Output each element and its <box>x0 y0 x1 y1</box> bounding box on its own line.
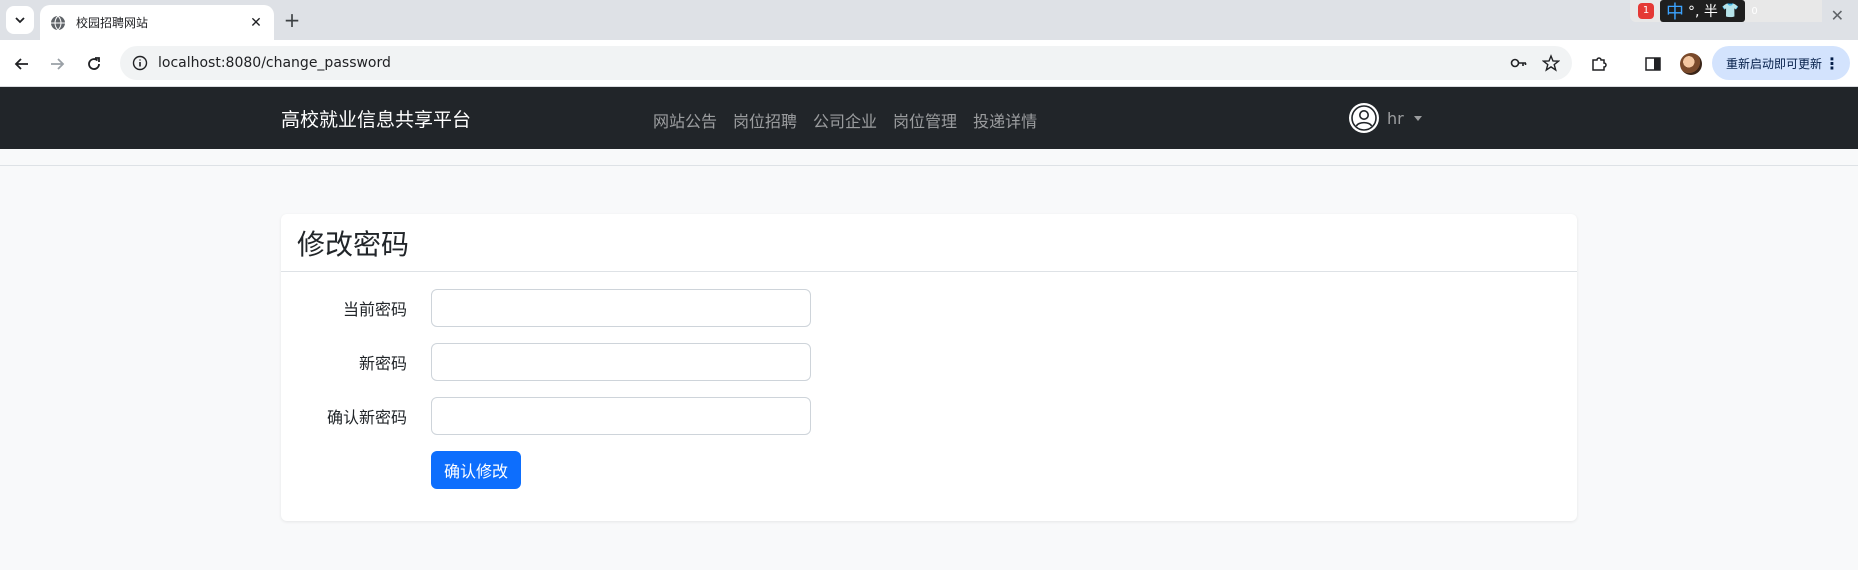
reload-icon <box>88 57 100 70</box>
close-tab-icon[interactable]: ✕ <box>248 15 264 31</box>
browser-tab-active[interactable]: 校园招聘网站 ✕ <box>40 5 274 40</box>
update-button[interactable]: 重新启动即可更新 ⋮ <box>1712 46 1850 80</box>
shirt-icon: 👕 <box>1721 3 1740 19</box>
user-avatar <box>1349 103 1379 133</box>
form-row-new-password: 新密码 <box>281 343 811 381</box>
menu-dots-icon: ⋮ <box>1824 53 1840 73</box>
site-brand[interactable]: 高校就业信息共享平台 <box>281 105 471 132</box>
user-icon <box>1351 105 1377 131</box>
window-close-icon[interactable]: ✕ <box>1831 6 1844 25</box>
key-icon[interactable] <box>1510 54 1528 72</box>
user-name: hr <box>1387 108 1404 128</box>
update-label: 重新启动即可更新 <box>1726 56 1823 71</box>
tab-search-button[interactable] <box>6 6 34 34</box>
nav-item-job-management[interactable]: 岗位管理 <box>893 108 957 132</box>
reload-button[interactable] <box>80 50 108 78</box>
current-password-input[interactable] <box>431 289 811 327</box>
chevron-down-icon <box>15 17 25 24</box>
confirm-change-button[interactable]: 确认修改 <box>431 451 522 489</box>
network-speed: 0 <box>1751 5 1758 17</box>
tray-badge: 1 <box>1638 3 1654 19</box>
browser-tabstrip: 校园招聘网站 ✕ + 1 中 °, 半 👕 0 ✕ <box>0 0 1858 40</box>
caret-down-icon <box>1413 115 1422 121</box>
form-row-current-password: 当前密码 <box>281 289 811 327</box>
current-password-label: 当前密码 <box>342 300 407 319</box>
divider <box>0 165 1858 166</box>
new-tab-button[interactable]: + <box>281 9 303 31</box>
site-navbar: 高校就业信息共享平台 网站公告 岗位招聘 公司企业 岗位管理 投递详情 hr <box>0 87 1858 149</box>
side-panel-icon <box>1645 57 1661 71</box>
ime-mode: 中 <box>1666 2 1684 23</box>
puzzle-icon <box>1592 57 1607 71</box>
confirm-password-input[interactable] <box>431 397 811 435</box>
browser-toolbar: localhost:8080/change_password 重新启动即可更新 … <box>0 40 1858 87</box>
url-text: localhost:8080/change_password <box>158 55 391 71</box>
confirm-password-label: 确认新密码 <box>326 408 407 427</box>
profile-avatar[interactable] <box>1680 53 1702 75</box>
ime-text: °, 半 <box>1688 4 1718 20</box>
arrow-right-icon <box>51 58 65 70</box>
address-bar[interactable]: localhost:8080/change_password <box>120 46 1572 80</box>
side-panel-button[interactable] <box>1643 54 1663 74</box>
ime-indicator[interactable]: 中 °, 半 👕 <box>1660 0 1746 23</box>
arrow-left-icon <box>14 58 28 70</box>
form-row-confirm-password: 确认新密码 <box>281 397 811 435</box>
site-info-icon[interactable] <box>132 55 148 71</box>
nav-item-job-recruitment[interactable]: 岗位招聘 <box>733 108 797 132</box>
globe-icon <box>51 15 65 30</box>
new-password-input[interactable] <box>431 343 811 381</box>
system-tray-overlay: 1 中 °, 半 👕 0 <box>1630 0 1822 23</box>
star-icon[interactable] <box>1542 54 1560 72</box>
tab-title: 校园招聘网站 <box>76 16 149 30</box>
new-password-label: 新密码 <box>358 354 407 373</box>
change-password-card: 修改密码 当前密码 新密码 确认新密码 确认修改 <box>281 214 1577 521</box>
main-nav: 网站公告 岗位招聘 公司企业 岗位管理 投递详情 <box>653 108 1037 132</box>
nav-item-announcements[interactable]: 网站公告 <box>653 108 717 132</box>
user-dropdown[interactable]: hr <box>1349 103 1422 133</box>
card-header: 修改密码 <box>281 214 1577 272</box>
extensions-button[interactable] <box>1589 54 1609 74</box>
forward-button[interactable] <box>43 50 71 78</box>
page-title: 修改密码 <box>297 227 410 261</box>
nav-item-application-details[interactable]: 投递详情 <box>973 108 1037 132</box>
nav-item-companies[interactable]: 公司企业 <box>813 108 877 132</box>
back-button[interactable] <box>8 50 36 78</box>
